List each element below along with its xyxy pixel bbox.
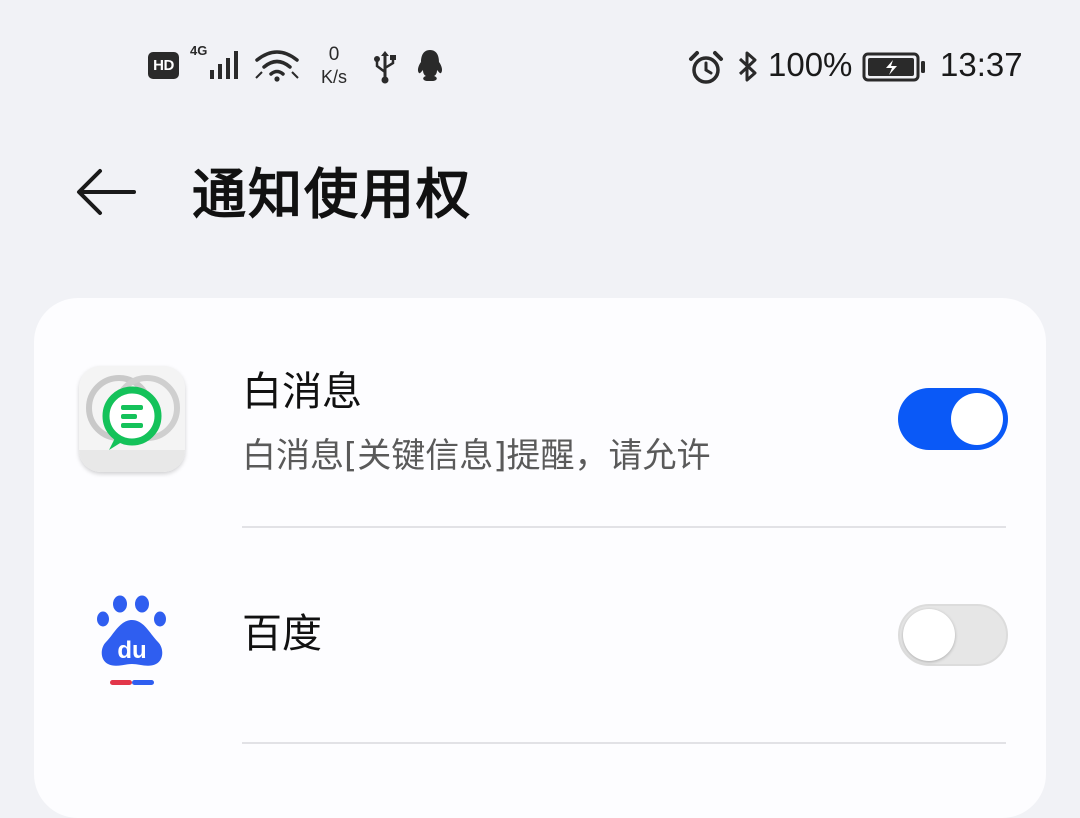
back-button[interactable] [66, 160, 146, 224]
alarm-icon [688, 50, 724, 86]
bluetooth-icon [736, 49, 760, 85]
page-title: 通知使用权 [192, 163, 472, 226]
status-bar: HD 4G 0 K/s 100% 13:37 [0, 30, 1080, 106]
network-speed: 0 K/s [312, 40, 356, 90]
app-name: 白消息 [242, 369, 362, 415]
app-row-white-message[interactable]: 白消息 白消息[关键信息]提醒，请允许 [34, 298, 1046, 528]
usb-icon [372, 50, 398, 84]
app-name: 百度 [242, 611, 322, 657]
wifi-icon [254, 48, 300, 82]
clock: 13:37 [940, 46, 1023, 83]
network-speed-unit: K/s [320, 66, 347, 87]
baidu-icon-text: du [117, 637, 146, 664]
battery-percent: 100% [768, 46, 853, 83]
baidu-app-icon: du [96, 594, 168, 690]
app-description: 白消息[关键信息]提醒，请允许 [242, 436, 711, 476]
hd-badge: HD [148, 52, 179, 79]
white-message-app-icon [79, 366, 185, 472]
network-speed-value: 0 [328, 43, 340, 65]
app-list-card: 白消息 白消息[关键信息]提醒，请允许 du 百度 [34, 298, 1046, 818]
battery-charging-icon [862, 52, 928, 82]
app-row-baidu[interactable]: du 百度 [34, 528, 1046, 748]
notification-access-toggle[interactable] [898, 388, 1008, 450]
toggle-knob [903, 609, 955, 661]
divider [242, 742, 1006, 744]
signal-icon [208, 50, 244, 80]
qq-icon [414, 48, 446, 84]
arrow-left-icon [77, 169, 136, 215]
network-type-label: 4G [190, 43, 208, 58]
notification-access-toggle[interactable] [898, 604, 1008, 666]
toggle-knob [951, 393, 1003, 445]
